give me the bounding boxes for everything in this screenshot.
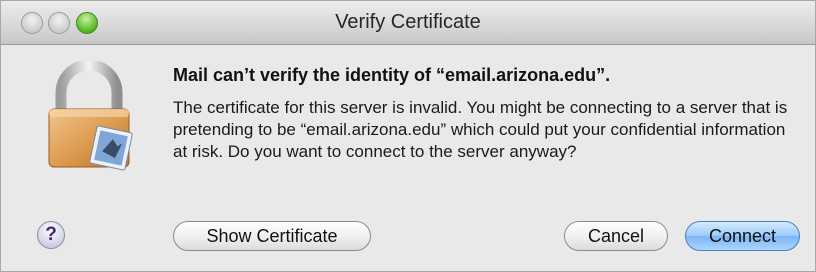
connect-button[interactable]: Connect	[685, 221, 800, 251]
mail-stamp-icon	[89, 125, 133, 171]
dialog-message: The certificate for this server is inval…	[173, 98, 788, 161]
title-bar: Verify Certificate	[1, 1, 815, 45]
cancel-button[interactable]: Cancel	[564, 221, 668, 251]
help-button[interactable]: ?	[37, 221, 65, 249]
window-title: Verify Certificate	[335, 11, 481, 33]
show-certificate-button[interactable]: Show Certificate	[173, 221, 371, 251]
verify-certificate-window: Verify Certificate Mail can’t verify the…	[0, 0, 816, 272]
dialog-headline: Mail can’t verify the identity of “email…	[173, 65, 611, 85]
padlock-icon	[48, 61, 133, 171]
